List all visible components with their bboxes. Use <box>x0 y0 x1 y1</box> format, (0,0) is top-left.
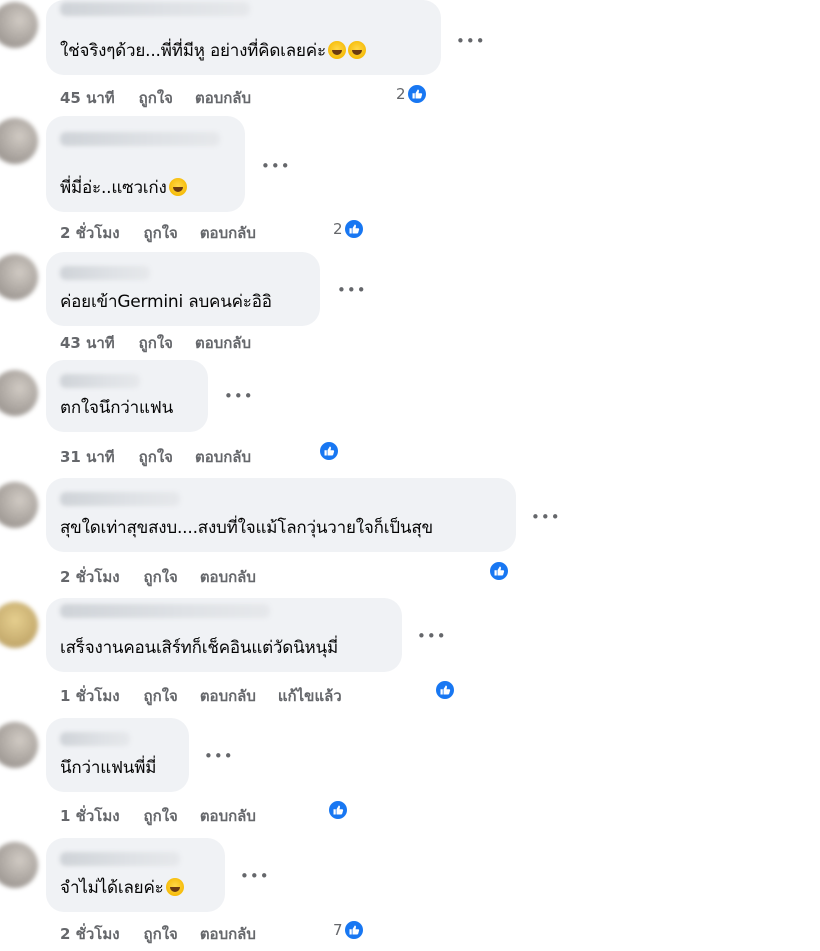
rofl-emoji <box>347 41 366 59</box>
like-link[interactable]: ถูกใจ <box>139 448 173 466</box>
commenter-name-blurred[interactable] <box>60 732 130 746</box>
like-link[interactable]: ถูกใจ <box>139 89 173 107</box>
grin-emoji <box>165 878 184 896</box>
reply-link[interactable]: ตอบกลับ <box>195 334 251 352</box>
timestamp[interactable]: 43 นาที <box>60 334 115 352</box>
comment-bubble: นึกว่าแฟนพี่มี่ <box>46 718 189 792</box>
more-options-icon[interactable]: ••• <box>240 867 270 885</box>
reaction-count[interactable] <box>327 799 349 821</box>
timestamp[interactable]: 2 ชั่วโมง <box>60 925 120 943</box>
commenter-name-blurred[interactable] <box>60 2 250 16</box>
edited-label[interactable]: แก้ไขแล้ว <box>278 687 342 705</box>
reply-link[interactable]: ตอบกลับ <box>195 89 251 107</box>
comment-bubble: ใช่จริงๆด้วย...พี่ที่มีหู อย่างที่คิดเลย… <box>46 0 441 75</box>
reply-link[interactable]: ตอบกลับ <box>200 687 256 705</box>
comment-bubble: สุขใดเท่าสุขสงบ....สงบที่ใจแม้โลกวุ่นวาย… <box>46 478 516 552</box>
avatar[interactable] <box>0 842 38 888</box>
reaction-number: 2 <box>333 220 343 238</box>
thumbs-up-icon <box>488 560 510 582</box>
comment-text: จำไม่ได้เลยค่ะ <box>60 874 184 901</box>
timestamp[interactable]: 31 นาที <box>60 448 115 466</box>
comment-bubble: พี่มี่อ่ะ..แซวเก่ง <box>46 116 245 212</box>
more-options-icon[interactable]: ••• <box>417 627 447 645</box>
comment-actions: 31 นาที ถูกใจ ตอบกลับ <box>60 445 273 469</box>
thumbs-up-icon <box>342 218 365 240</box>
reply-link[interactable]: ตอบกลับ <box>200 224 256 242</box>
comment-text: พี่มี่อ่ะ..แซวเก่ง <box>60 174 187 201</box>
more-options-icon[interactable]: ••• <box>261 157 291 175</box>
reaction-number: 2 <box>396 85 406 103</box>
commenter-name-blurred[interactable] <box>60 604 270 618</box>
comment-text: ตกใจนึกว่าแฟน <box>60 398 174 418</box>
more-options-icon[interactable]: ••• <box>337 281 367 299</box>
reply-link[interactable]: ตอบกลับ <box>200 568 256 586</box>
timestamp[interactable]: 45 นาที <box>60 89 115 107</box>
thumbs-up-icon <box>342 919 365 941</box>
reply-link[interactable]: ตอบกลับ <box>200 925 256 943</box>
commenter-name-blurred[interactable] <box>60 492 180 506</box>
like-link[interactable]: ถูกใจ <box>144 687 178 705</box>
timestamp[interactable]: 1 ชั่วโมง <box>60 687 120 705</box>
thumbs-up-icon <box>405 83 428 105</box>
comment-bubble: เสร็จงานคอนเสิร์ทก็เช็คอินแต่วัดนิหนุมี่ <box>46 598 402 672</box>
reaction-count[interactable] <box>488 560 510 582</box>
rofl-emoji <box>327 41 346 59</box>
reaction-count[interactable]: 7 <box>333 919 365 941</box>
reply-link[interactable]: ตอบกลับ <box>200 807 256 825</box>
like-link[interactable]: ถูกใจ <box>144 925 178 943</box>
commenter-name-blurred[interactable] <box>60 852 180 866</box>
reaction-count[interactable] <box>434 679 456 701</box>
reaction-number: 7 <box>333 921 343 939</box>
avatar[interactable] <box>0 2 38 48</box>
grin-sweat-emoji <box>168 178 187 196</box>
reaction-count[interactable]: 2 <box>396 83 428 105</box>
like-link[interactable]: ถูกใจ <box>144 224 178 242</box>
comment-actions: 1 ชั่วโมง ถูกใจ ตอบกลับ <box>60 804 278 828</box>
more-options-icon[interactable]: ••• <box>456 32 486 50</box>
timestamp[interactable]: 2 ชั่วโมง <box>60 568 120 586</box>
like-link[interactable]: ถูกใจ <box>144 807 178 825</box>
avatar[interactable] <box>0 254 38 300</box>
commenter-name-blurred[interactable] <box>60 266 150 280</box>
comment-actions: 2 ชั่วโมง ถูกใจ ตอบกลับ <box>60 565 278 589</box>
more-options-icon[interactable]: ••• <box>204 747 234 765</box>
comment-bubble: ตกใจนึกว่าแฟน <box>46 360 208 432</box>
comment-actions: 2 ชั่วโมง ถูกใจ ตอบกลับ <box>60 922 278 946</box>
avatar[interactable] <box>0 722 38 768</box>
more-options-icon[interactable]: ••• <box>224 387 254 405</box>
thumbs-up-icon <box>327 799 349 821</box>
avatar[interactable] <box>0 370 38 416</box>
avatar[interactable] <box>0 602 38 648</box>
comment-bubble: ค่อยเข้าGermini ลบคนค่ะอิอิ <box>46 252 320 326</box>
comment-text: เสร็จงานคอนเสิร์ทก็เช็คอินแต่วัดนิหนุมี่ <box>60 638 338 658</box>
comment-text: ใช่จริงๆด้วย...พี่ที่มีหู อย่างที่คิดเลย… <box>60 37 366 64</box>
comment-actions: 1 ชั่วโมง ถูกใจ ตอบกลับ แก้ไขแล้ว <box>60 684 364 708</box>
comment-text: ค่อยเข้าGermini ลบคนค่ะอิอิ <box>60 292 272 312</box>
like-link[interactable]: ถูกใจ <box>144 568 178 586</box>
avatar[interactable] <box>0 482 38 528</box>
comment-text: สุขใดเท่าสุขสงบ....สงบที่ใจแม้โลกวุ่นวาย… <box>60 518 433 538</box>
comment-actions: 45 นาที ถูกใจ ตอบกลับ <box>60 86 273 110</box>
comment-bubble: จำไม่ได้เลยค่ะ <box>46 838 225 912</box>
avatar[interactable] <box>0 118 38 164</box>
comment-actions: 43 นาที ถูกใจ ตอบกลับ <box>60 331 273 355</box>
reaction-count[interactable] <box>318 440 340 462</box>
commenter-name-blurred[interactable] <box>60 374 140 388</box>
commenter-name-blurred[interactable] <box>60 132 220 146</box>
reaction-count[interactable]: 2 <box>333 218 365 240</box>
reply-link[interactable]: ตอบกลับ <box>195 448 251 466</box>
comment-actions: 2 ชั่วโมง ถูกใจ ตอบกลับ <box>60 221 278 245</box>
timestamp[interactable]: 1 ชั่วโมง <box>60 807 120 825</box>
comment-text: นึกว่าแฟนพี่มี่ <box>60 758 157 778</box>
timestamp[interactable]: 2 ชั่วโมง <box>60 224 120 242</box>
thumbs-up-icon <box>434 679 456 701</box>
more-options-icon[interactable]: ••• <box>531 508 561 526</box>
like-link[interactable]: ถูกใจ <box>139 334 173 352</box>
thumbs-up-icon <box>318 440 340 462</box>
